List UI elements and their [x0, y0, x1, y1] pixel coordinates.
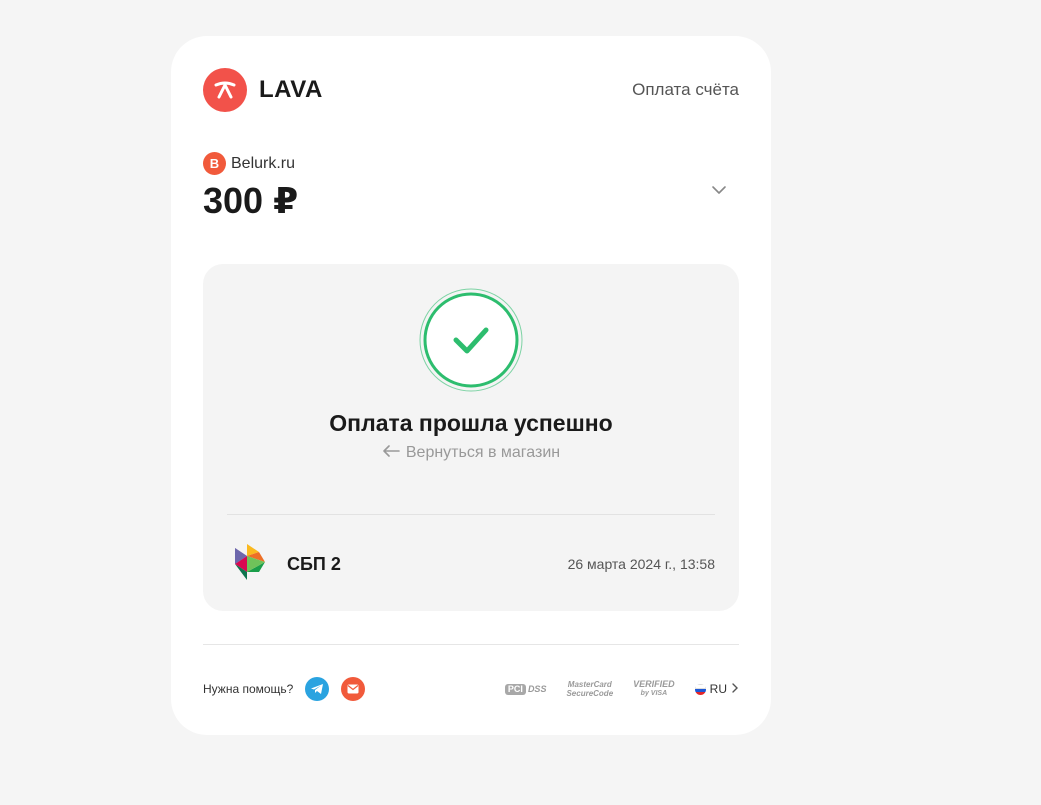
- telegram-icon[interactable]: [305, 677, 330, 701]
- payment-method-row: СБП 2 26 марта 2024 г., 13:58: [231, 542, 715, 587]
- mail-icon[interactable]: [341, 677, 366, 701]
- back-to-shop-link[interactable]: Вернуться в магазин: [203, 444, 739, 462]
- payment-method-name: СБП 2: [287, 553, 341, 574]
- payment-date: 26 марта 2024 г., 13:58: [567, 556, 715, 572]
- pci-dss-badge: PCI DSS: [504, 683, 546, 695]
- payment-amount: 300 ₽: [203, 180, 299, 221]
- arrow-left-icon: [382, 444, 400, 462]
- language-selector[interactable]: RU: [694, 682, 739, 696]
- divider: [227, 514, 715, 515]
- lava-logo-icon: [203, 68, 247, 112]
- status-panel: Оплата прошла успешно Вернуться в магази…: [203, 264, 739, 611]
- page-title: Оплата счёта: [632, 80, 739, 99]
- brand-name: LAVA: [259, 76, 323, 103]
- language-label: RU: [709, 682, 727, 696]
- back-link-label: Вернуться в магазин: [405, 444, 561, 461]
- chevron-right-icon: [731, 682, 739, 696]
- mastercard-securecode-badge: MasterCard SecureCode: [566, 680, 614, 698]
- help-section: Нужна помощь?: [203, 677, 366, 701]
- footer: Нужна помощь? PCI DSS MasterCard SecureC…: [203, 676, 739, 702]
- help-label: Нужна помощь?: [203, 682, 294, 696]
- security-badges: PCI DSS MasterCard SecureCode VERIFIED b…: [504, 679, 739, 698]
- brand: LAVA: [203, 68, 323, 112]
- chevron-down-icon[interactable]: [709, 180, 729, 200]
- merchant: B Belurk.ru: [203, 152, 295, 175]
- verified-by-visa-badge: VERIFIED by VISA: [633, 679, 675, 698]
- merchant-avatar: B: [203, 152, 226, 175]
- header: LAVA Оплата счёта: [203, 68, 739, 112]
- merchant-name: Belurk.ru: [231, 154, 296, 172]
- sbp-logo-icon: [231, 542, 269, 587]
- payment-card: LAVA Оплата счёта B Belurk.ru 300 ₽ Опла…: [171, 36, 771, 735]
- russia-flag-icon: [694, 683, 706, 695]
- success-check-icon: [418, 287, 524, 393]
- divider: [203, 644, 739, 645]
- success-title: Оплата прошла успешно: [329, 410, 613, 436]
